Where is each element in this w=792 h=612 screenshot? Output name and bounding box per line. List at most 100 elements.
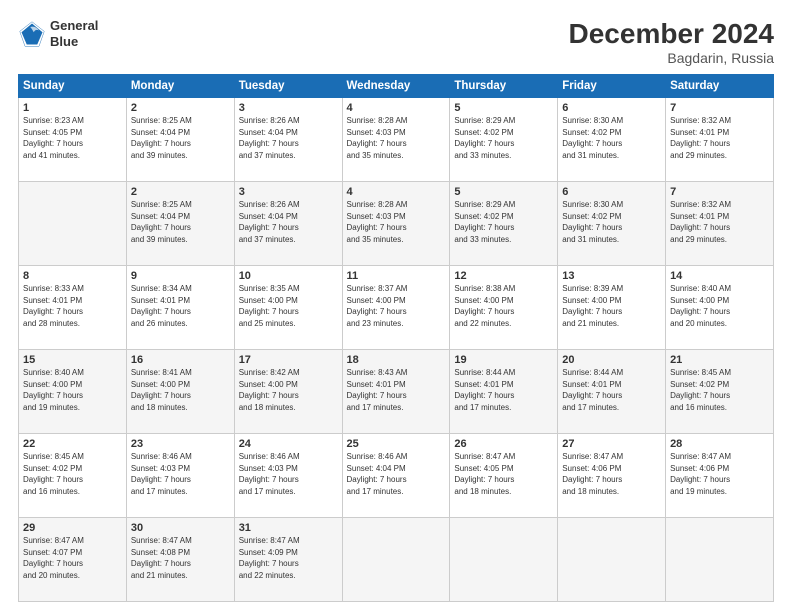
calendar-cell: 17 Sunrise: 8:42 AMSunset: 4:00 PMDaylig… — [234, 350, 342, 434]
calendar-cell: 22 Sunrise: 8:45 AMSunset: 4:02 PMDaylig… — [19, 434, 127, 518]
col-thursday: Thursday — [450, 75, 558, 98]
calendar-cell — [558, 518, 666, 602]
day-number: 5 — [454, 186, 553, 198]
calendar-cell: 2 Sunrise: 8:25 AMSunset: 4:04 PMDayligh… — [126, 182, 234, 266]
calendar-cell: 1 Sunrise: 8:23 AMSunset: 4:05 PMDayligh… — [19, 98, 127, 182]
calendar-cell: 13 Sunrise: 8:39 AMSunset: 4:00 PMDaylig… — [558, 266, 666, 350]
calendar-cell: 26 Sunrise: 8:47 AMSunset: 4:05 PMDaylig… — [450, 434, 558, 518]
day-number: 3 — [239, 102, 338, 114]
calendar-cell — [342, 518, 450, 602]
day-info: Sunrise: 8:41 AMSunset: 4:00 PMDaylight:… — [131, 368, 192, 412]
day-number: 4 — [347, 186, 446, 198]
day-info: Sunrise: 8:23 AMSunset: 4:05 PMDaylight:… — [23, 116, 84, 160]
day-number: 4 — [347, 102, 446, 114]
day-number: 12 — [454, 270, 553, 282]
day-number: 6 — [562, 186, 661, 198]
day-number: 30 — [131, 522, 230, 534]
calendar-cell: 6 Sunrise: 8:30 AMSunset: 4:02 PMDayligh… — [558, 98, 666, 182]
day-info: Sunrise: 8:46 AMSunset: 4:03 PMDaylight:… — [239, 452, 300, 496]
day-info: Sunrise: 8:30 AMSunset: 4:02 PMDaylight:… — [562, 116, 623, 160]
calendar-cell: 15 Sunrise: 8:40 AMSunset: 4:00 PMDaylig… — [19, 350, 127, 434]
calendar-cell: 8 Sunrise: 8:33 AMSunset: 4:01 PMDayligh… — [19, 266, 127, 350]
calendar-cell: 28 Sunrise: 8:47 AMSunset: 4:06 PMDaylig… — [666, 434, 774, 518]
day-info: Sunrise: 8:28 AMSunset: 4:03 PMDaylight:… — [347, 116, 408, 160]
title-block: December 2024 Bagdarin, Russia — [569, 18, 774, 66]
day-number: 1 — [23, 102, 122, 114]
day-info: Sunrise: 8:47 AMSunset: 4:05 PMDaylight:… — [454, 452, 515, 496]
calendar-cell: 27 Sunrise: 8:47 AMSunset: 4:06 PMDaylig… — [558, 434, 666, 518]
col-monday: Monday — [126, 75, 234, 98]
day-info: Sunrise: 8:35 AMSunset: 4:00 PMDaylight:… — [239, 284, 300, 328]
day-number: 8 — [23, 270, 122, 282]
day-number: 31 — [239, 522, 338, 534]
calendar-cell: 31 Sunrise: 8:47 AMSunset: 4:09 PMDaylig… — [234, 518, 342, 602]
calendar-cell: 2 Sunrise: 8:25 AMSunset: 4:04 PMDayligh… — [126, 98, 234, 182]
day-number: 2 — [131, 186, 230, 198]
day-info: Sunrise: 8:26 AMSunset: 4:04 PMDaylight:… — [239, 200, 300, 244]
day-number: 24 — [239, 438, 338, 450]
calendar-row-5: 29 Sunrise: 8:47 AMSunset: 4:07 PMDaylig… — [19, 518, 774, 602]
day-info: Sunrise: 8:47 AMSunset: 4:09 PMDaylight:… — [239, 536, 300, 580]
col-sunday: Sunday — [19, 75, 127, 98]
day-number: 2 — [131, 102, 230, 114]
calendar-cell: 3 Sunrise: 8:26 AMSunset: 4:04 PMDayligh… — [234, 98, 342, 182]
calendar-row-3: 15 Sunrise: 8:40 AMSunset: 4:00 PMDaylig… — [19, 350, 774, 434]
day-info: Sunrise: 8:38 AMSunset: 4:00 PMDaylight:… — [454, 284, 515, 328]
calendar-cell: 4 Sunrise: 8:28 AMSunset: 4:03 PMDayligh… — [342, 98, 450, 182]
calendar-cell: 3 Sunrise: 8:26 AMSunset: 4:04 PMDayligh… — [234, 182, 342, 266]
day-number: 9 — [131, 270, 230, 282]
day-info: Sunrise: 8:29 AMSunset: 4:02 PMDaylight:… — [454, 200, 515, 244]
day-info: Sunrise: 8:26 AMSunset: 4:04 PMDaylight:… — [239, 116, 300, 160]
day-info: Sunrise: 8:42 AMSunset: 4:00 PMDaylight:… — [239, 368, 300, 412]
day-number: 7 — [670, 102, 769, 114]
calendar-cell: 11 Sunrise: 8:37 AMSunset: 4:00 PMDaylig… — [342, 266, 450, 350]
day-number: 29 — [23, 522, 122, 534]
location: Bagdarin, Russia — [569, 50, 774, 66]
day-info: Sunrise: 8:37 AMSunset: 4:00 PMDaylight:… — [347, 284, 408, 328]
calendar-cell: 21 Sunrise: 8:45 AMSunset: 4:02 PMDaylig… — [666, 350, 774, 434]
day-number: 19 — [454, 354, 553, 366]
calendar-cell: 23 Sunrise: 8:46 AMSunset: 4:03 PMDaylig… — [126, 434, 234, 518]
col-friday: Friday — [558, 75, 666, 98]
col-saturday: Saturday — [666, 75, 774, 98]
day-info: Sunrise: 8:45 AMSunset: 4:02 PMDaylight:… — [670, 368, 731, 412]
calendar-cell — [19, 182, 127, 266]
day-number: 11 — [347, 270, 446, 282]
day-info: Sunrise: 8:25 AMSunset: 4:04 PMDaylight:… — [131, 200, 192, 244]
calendar-cell: 5 Sunrise: 8:29 AMSunset: 4:02 PMDayligh… — [450, 182, 558, 266]
day-info: Sunrise: 8:45 AMSunset: 4:02 PMDaylight:… — [23, 452, 84, 496]
day-info: Sunrise: 8:46 AMSunset: 4:03 PMDaylight:… — [131, 452, 192, 496]
day-info: Sunrise: 8:32 AMSunset: 4:01 PMDaylight:… — [670, 200, 731, 244]
calendar-cell: 29 Sunrise: 8:47 AMSunset: 4:07 PMDaylig… — [19, 518, 127, 602]
calendar-cell: 6 Sunrise: 8:30 AMSunset: 4:02 PMDayligh… — [558, 182, 666, 266]
calendar-cell: 4 Sunrise: 8:28 AMSunset: 4:03 PMDayligh… — [342, 182, 450, 266]
day-number: 18 — [347, 354, 446, 366]
day-number: 15 — [23, 354, 122, 366]
day-number: 28 — [670, 438, 769, 450]
header: General Blue December 2024 Bagdarin, Rus… — [18, 18, 774, 66]
calendar-row-0: 1 Sunrise: 8:23 AMSunset: 4:05 PMDayligh… — [19, 98, 774, 182]
calendar-cell: 5 Sunrise: 8:29 AMSunset: 4:02 PMDayligh… — [450, 98, 558, 182]
day-number: 26 — [454, 438, 553, 450]
day-number: 6 — [562, 102, 661, 114]
day-number: 23 — [131, 438, 230, 450]
calendar-cell: 7 Sunrise: 8:32 AMSunset: 4:01 PMDayligh… — [666, 98, 774, 182]
day-info: Sunrise: 8:47 AMSunset: 4:06 PMDaylight:… — [670, 452, 731, 496]
day-number: 27 — [562, 438, 661, 450]
logo: General Blue — [18, 18, 98, 49]
calendar-header-row: Sunday Monday Tuesday Wednesday Thursday… — [19, 75, 774, 98]
logo-icon — [18, 20, 46, 48]
col-wednesday: Wednesday — [342, 75, 450, 98]
calendar-cell: 24 Sunrise: 8:46 AMSunset: 4:03 PMDaylig… — [234, 434, 342, 518]
calendar-cell: 25 Sunrise: 8:46 AMSunset: 4:04 PMDaylig… — [342, 434, 450, 518]
calendar-cell: 18 Sunrise: 8:43 AMSunset: 4:01 PMDaylig… — [342, 350, 450, 434]
calendar-cell: 19 Sunrise: 8:44 AMSunset: 4:01 PMDaylig… — [450, 350, 558, 434]
day-info: Sunrise: 8:47 AMSunset: 4:06 PMDaylight:… — [562, 452, 623, 496]
day-info: Sunrise: 8:47 AMSunset: 4:08 PMDaylight:… — [131, 536, 192, 580]
day-info: Sunrise: 8:34 AMSunset: 4:01 PMDaylight:… — [131, 284, 192, 328]
calendar-cell: 14 Sunrise: 8:40 AMSunset: 4:00 PMDaylig… — [666, 266, 774, 350]
day-info: Sunrise: 8:47 AMSunset: 4:07 PMDaylight:… — [23, 536, 84, 580]
day-info: Sunrise: 8:46 AMSunset: 4:04 PMDaylight:… — [347, 452, 408, 496]
day-number: 3 — [239, 186, 338, 198]
calendar-row-1: 2 Sunrise: 8:25 AMSunset: 4:04 PMDayligh… — [19, 182, 774, 266]
